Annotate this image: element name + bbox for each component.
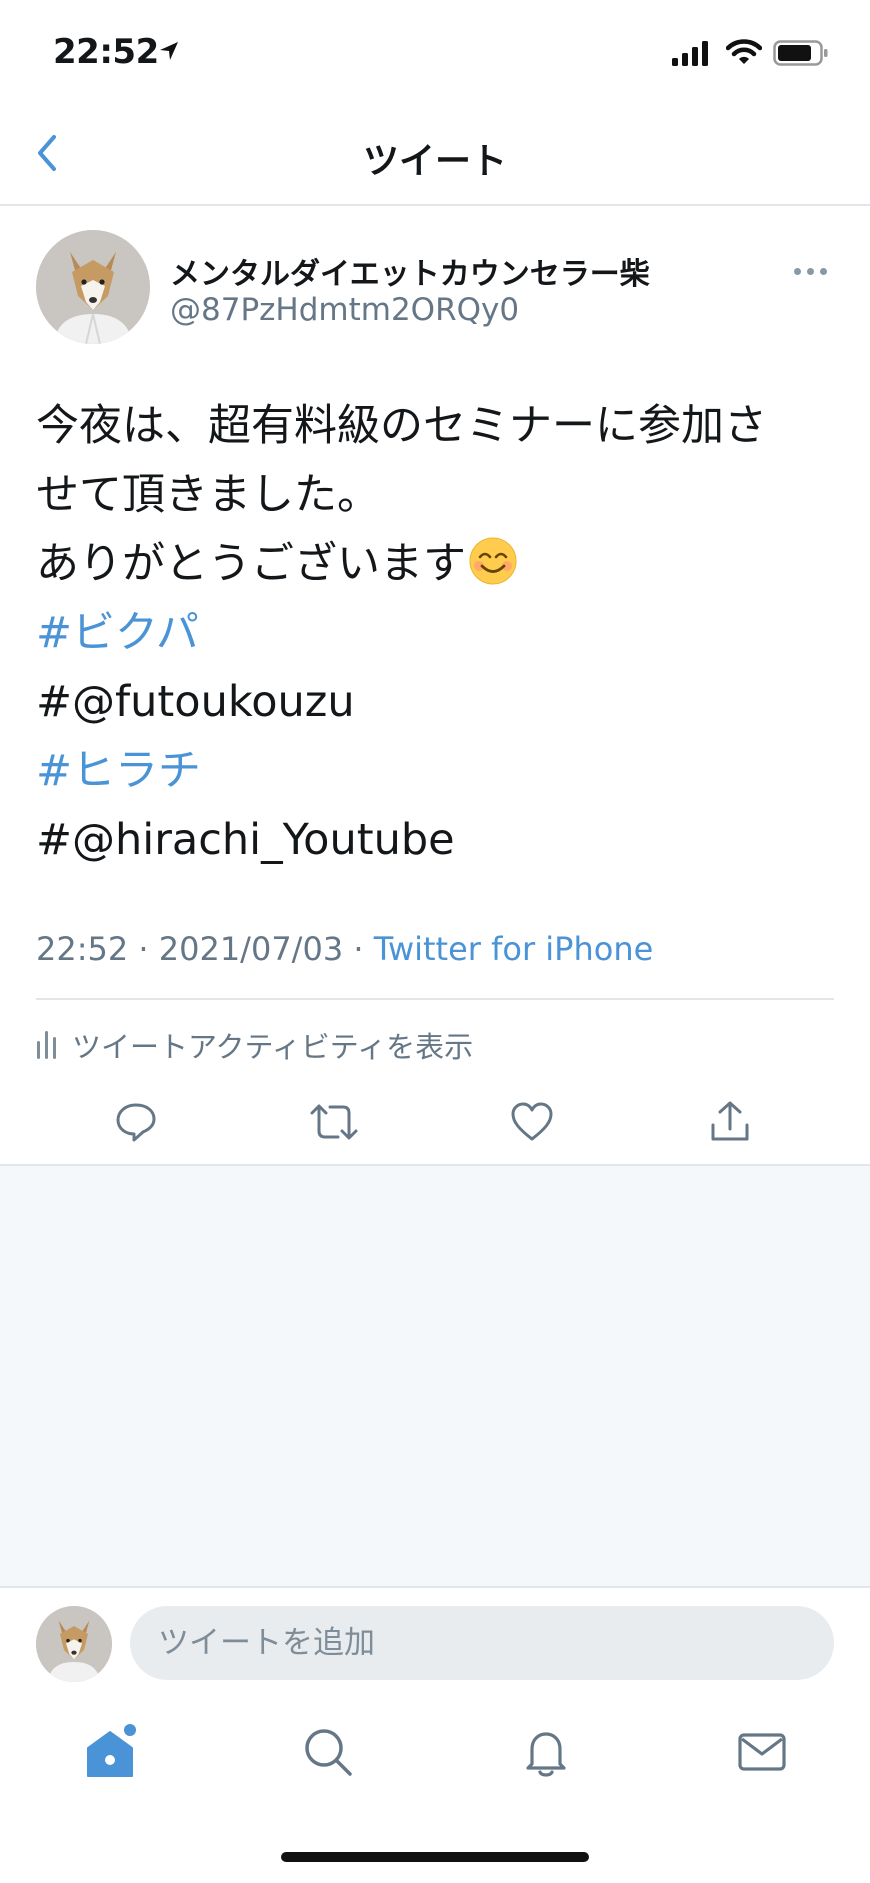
share-button[interactable]: [700, 1094, 760, 1154]
meta-separator: ·: [128, 930, 159, 968]
avatar: [36, 1606, 112, 1682]
page-title: ツイート: [362, 141, 507, 182]
tweet-time: 22:52: [36, 930, 129, 968]
bell-icon: [518, 1724, 574, 1784]
author-handle[interactable]: @87PzHdmtm2ORQy0: [170, 292, 519, 328]
status-bar: 22:52: [0, 0, 870, 100]
reply-input[interactable]: [130, 1606, 834, 1680]
tweet-source-link[interactable]: Twitter for iPhone: [374, 930, 654, 968]
tweet-activity-link[interactable]: ツイートアクティビティを表示: [36, 1024, 473, 1066]
replies-area: [0, 1166, 870, 1586]
tweet-line: ありがとうございます: [36, 530, 836, 599]
tweet-text: 今夜は、超有料級のセミナーに参加さ せて頂きました。 ありがとうございます #ビ…: [36, 392, 836, 875]
hashtag-link[interactable]: #ビクパ: [36, 599, 836, 668]
tweet-date: 2021/07/03: [158, 930, 344, 968]
battery-icon: [773, 40, 829, 70]
retweet-button[interactable]: [304, 1094, 364, 1154]
home-icon: [80, 1722, 140, 1786]
like-button[interactable]: [502, 1094, 562, 1154]
wifi-icon: [725, 38, 763, 70]
tab-home[interactable]: [78, 1722, 142, 1786]
reply-icon: [113, 1099, 159, 1149]
search-icon: [300, 1724, 356, 1784]
tweet-actions: [0, 1094, 870, 1154]
bar-chart-icon: [36, 1027, 58, 1063]
tweet-detail: メンタルダイエットカウンセラー柴 @87PzHdmtm2ORQy0 今夜は、超有…: [0, 206, 870, 1166]
retweet-icon: [308, 1099, 360, 1149]
cellular-signal-icon: [672, 40, 712, 70]
tweet-line: #@hirachi_Youtube: [36, 815, 455, 865]
mail-icon: [734, 1724, 790, 1784]
avatar[interactable]: [36, 230, 150, 344]
tweet-meta: 22:52 · 2021/07/03 · Twitter for iPhone: [36, 930, 653, 968]
tweet-line: 今夜は、超有料級のセミナーに参加さ: [36, 401, 767, 451]
heart-icon: [509, 1099, 555, 1149]
tab-bar: [0, 1696, 870, 1806]
divider: [36, 998, 834, 1000]
nav-bar: ツイート: [0, 104, 870, 206]
tab-notifications[interactable]: [514, 1722, 578, 1786]
author-name[interactable]: メンタルダイエットカウンセラー柴: [170, 249, 650, 293]
tweet-line: せて頂きました。: [36, 470, 380, 520]
reply-composer: [0, 1586, 870, 1698]
tweet-line-text: ありがとうございます: [36, 539, 466, 589]
reply-button[interactable]: [106, 1094, 166, 1154]
activity-label: ツイートアクティビティを表示: [72, 1030, 474, 1064]
share-icon: [707, 1099, 753, 1149]
location-arrow-icon: [158, 40, 180, 66]
tab-search[interactable]: [296, 1722, 360, 1786]
ellipsis-icon[interactable]: [794, 261, 834, 281]
tab-messages[interactable]: [730, 1722, 794, 1786]
smiling-face-emoji: [468, 536, 518, 586]
tweet-line: #@futoukouzu: [36, 677, 355, 727]
hashtag-link[interactable]: #ヒラチ: [36, 737, 836, 806]
home-indicator[interactable]: [281, 1852, 589, 1862]
status-time: 22:52: [53, 32, 159, 72]
meta-separator: ·: [343, 930, 374, 968]
